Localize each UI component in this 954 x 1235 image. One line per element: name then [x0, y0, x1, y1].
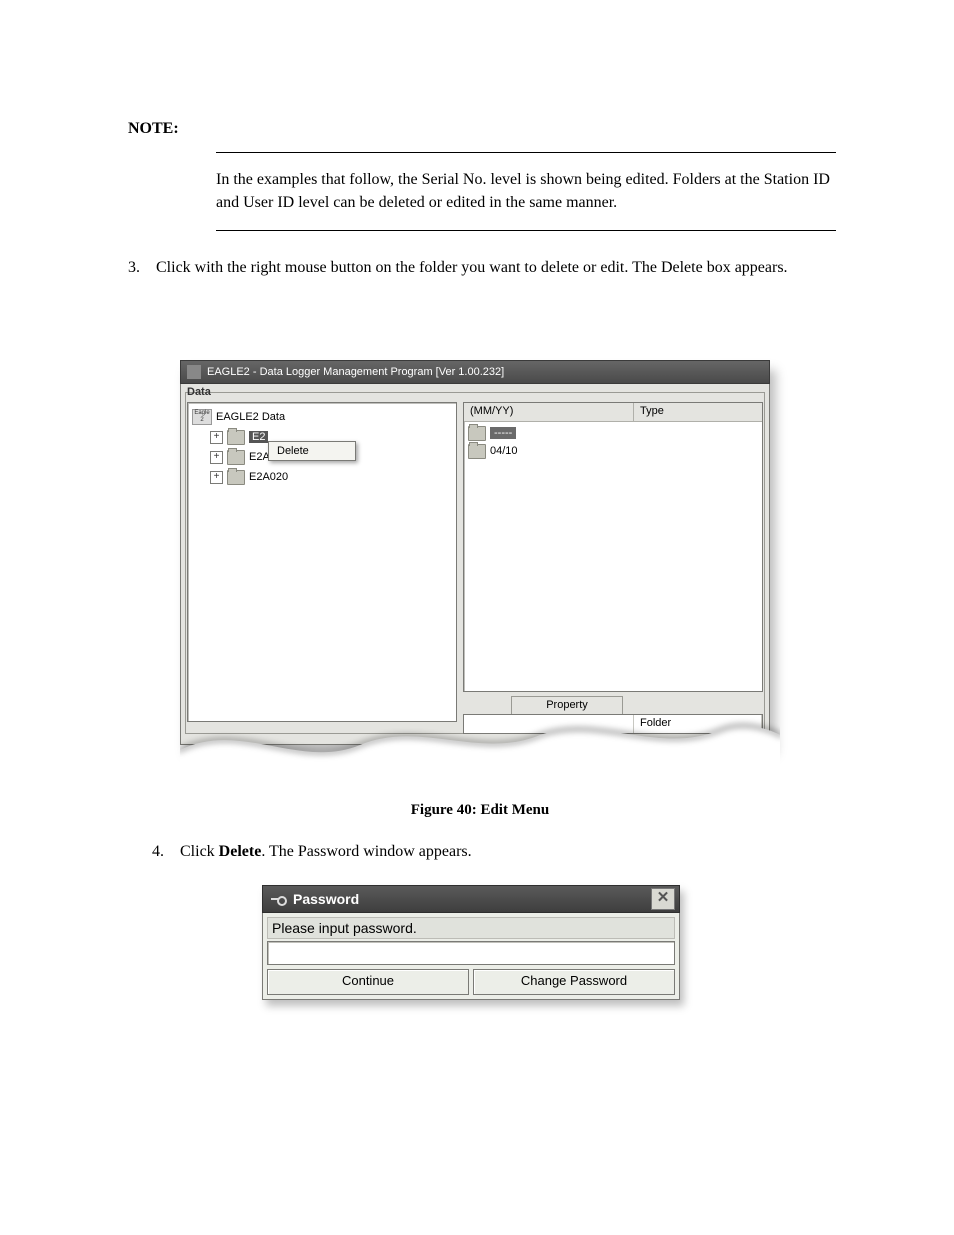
expand-icon[interactable]: +	[210, 431, 223, 444]
step-number: 3.	[128, 256, 152, 280]
tree-pane[interactable]: Eagle2 EAGLE2 Data + E2	[187, 402, 457, 722]
folder-icon	[227, 450, 245, 465]
step-text-b: . The Password window appears.	[261, 843, 471, 860]
close-button[interactable]: ✕	[651, 888, 675, 910]
tree-item-selected[interactable]: E2	[249, 431, 268, 443]
key-icon	[271, 894, 287, 904]
step-text-a: Click	[180, 843, 219, 860]
folder-icon	[468, 444, 486, 459]
figure-caption-40: Figure 40: Edit Menu	[220, 802, 740, 819]
expand-icon[interactable]: +	[210, 451, 223, 464]
tree-item[interactable]: E2A020	[249, 471, 288, 483]
list-row-label: 04/10	[490, 445, 518, 457]
expand-icon[interactable]: +	[210, 471, 223, 484]
list-col-type[interactable]: Type	[634, 403, 762, 421]
password-dialog: Password ✕ Please input password. Contin…	[262, 885, 680, 1000]
screenshot-data-logger: EAGLE2 - Data Logger Management Program …	[180, 360, 780, 780]
password-prompt: Please input password.	[267, 917, 675, 939]
note-rule-bottom	[216, 230, 836, 231]
list-row[interactable]: -----	[464, 424, 762, 442]
password-titlebar: Password ✕	[262, 885, 680, 913]
list-pane[interactable]: (MM/YY) Type ----- 04/10	[463, 402, 763, 692]
list-row-label: -----	[490, 427, 516, 439]
list-row[interactable]: 04/10	[464, 442, 762, 460]
app-title: EAGLE2 - Data Logger Management Program …	[207, 366, 504, 378]
folder-icon	[227, 470, 245, 485]
context-menu-delete[interactable]: Delete	[277, 445, 347, 457]
password-title: Password	[293, 891, 359, 907]
list-header: (MM/YY) Type	[464, 403, 762, 422]
group-label: Data	[187, 386, 211, 398]
step-number: 4.	[152, 840, 176, 864]
property-tab[interactable]: Property	[511, 696, 623, 715]
note-label: NOTE:	[128, 120, 208, 138]
step-text: Click with the right mouse button on the…	[156, 259, 788, 276]
step-text-bold: Delete	[219, 843, 262, 860]
eagle2-root-icon: Eagle2	[192, 409, 212, 425]
note-text: In the examples that follow, the Serial …	[216, 168, 836, 214]
change-password-button[interactable]: Change Password	[473, 969, 675, 995]
property-value: Folder	[634, 715, 762, 733]
context-menu: Delete	[268, 441, 356, 461]
folder-icon	[468, 426, 486, 441]
instruction-step-4: 4. Click Delete. The Password window app…	[152, 840, 842, 864]
close-icon: ✕	[657, 889, 670, 906]
list-col-date[interactable]: (MM/YY)	[464, 403, 634, 421]
property-box: Folder	[463, 714, 763, 734]
app-titlebar: EAGLE2 - Data Logger Management Program …	[180, 360, 770, 384]
folder-icon	[227, 430, 245, 445]
password-input[interactable]	[267, 941, 675, 965]
note-rule-top	[216, 152, 836, 153]
tree-root-label[interactable]: EAGLE2 Data	[216, 411, 285, 423]
continue-button[interactable]: Continue	[267, 969, 469, 995]
instruction-step-3: 3. Click with the right mouse button on …	[128, 256, 838, 280]
app-icon	[187, 365, 201, 379]
